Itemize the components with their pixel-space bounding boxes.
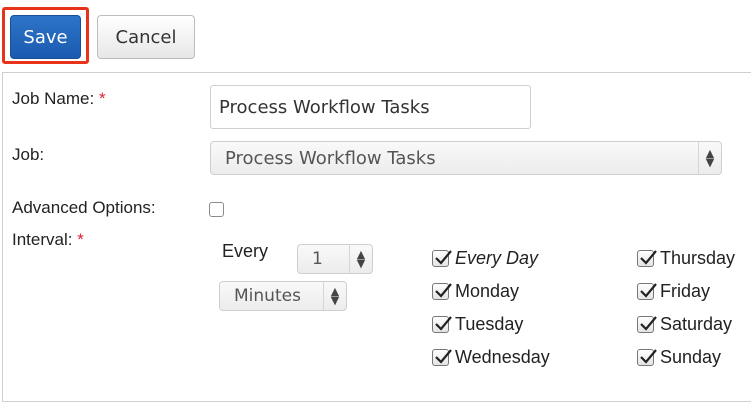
checkbox-checked-icon <box>637 316 657 333</box>
day-checkbox-wednesday[interactable]: Wednesday <box>432 347 550 368</box>
job-name-input[interactable]: Process Workflow Tasks <box>210 85 531 129</box>
job-name-label: Job Name: * <box>12 89 106 108</box>
job-label: Job: <box>12 145 45 164</box>
day-checkbox-every-day[interactable]: Every Day <box>432 248 538 269</box>
interval-unit-value: Minutes <box>234 286 301 306</box>
every-label: Every <box>222 241 269 261</box>
day-checkbox-monday[interactable]: Monday <box>432 281 519 302</box>
checkbox-checked-icon <box>432 250 452 267</box>
interval-unit-select[interactable]: Minutes ▲ ▼ <box>219 281 347 311</box>
day-checkbox-tuesday[interactable]: Tuesday <box>432 314 523 335</box>
select-arrows-icon: ▲ ▼ <box>349 245 372 273</box>
checkbox-checked-icon <box>432 283 452 300</box>
interval-count-value: 1 <box>312 249 323 269</box>
select-arrows-icon: ▲ ▼ <box>323 282 346 310</box>
checkbox-checked-icon <box>637 349 657 366</box>
cancel-button[interactable]: Cancel <box>97 15 195 59</box>
interval-label: Interval: * <box>12 230 84 249</box>
checkbox-checked-icon <box>432 316 452 333</box>
day-checkbox-thursday[interactable]: Thursday <box>637 248 735 269</box>
checkbox-checked-icon <box>432 349 452 366</box>
checkbox-checked-icon <box>637 283 657 300</box>
job-select[interactable]: Process Workflow Tasks ▲ ▼ <box>210 141 722 175</box>
save-button[interactable]: Save <box>10 15 81 59</box>
day-checkbox-sunday[interactable]: Sunday <box>637 347 721 368</box>
day-checkbox-saturday[interactable]: Saturday <box>637 314 732 335</box>
day-checkbox-friday[interactable]: Friday <box>637 281 710 302</box>
job-select-value: Process Workflow Tasks <box>225 147 436 169</box>
advanced-options-label: Advanced Options: <box>12 198 156 217</box>
advanced-options-checkbox[interactable] <box>209 202 224 217</box>
checkbox-checked-icon <box>637 250 657 267</box>
select-arrows-icon: ▲ ▼ <box>698 142 721 174</box>
interval-count-select[interactable]: 1 ▲ ▼ <box>297 244 373 274</box>
